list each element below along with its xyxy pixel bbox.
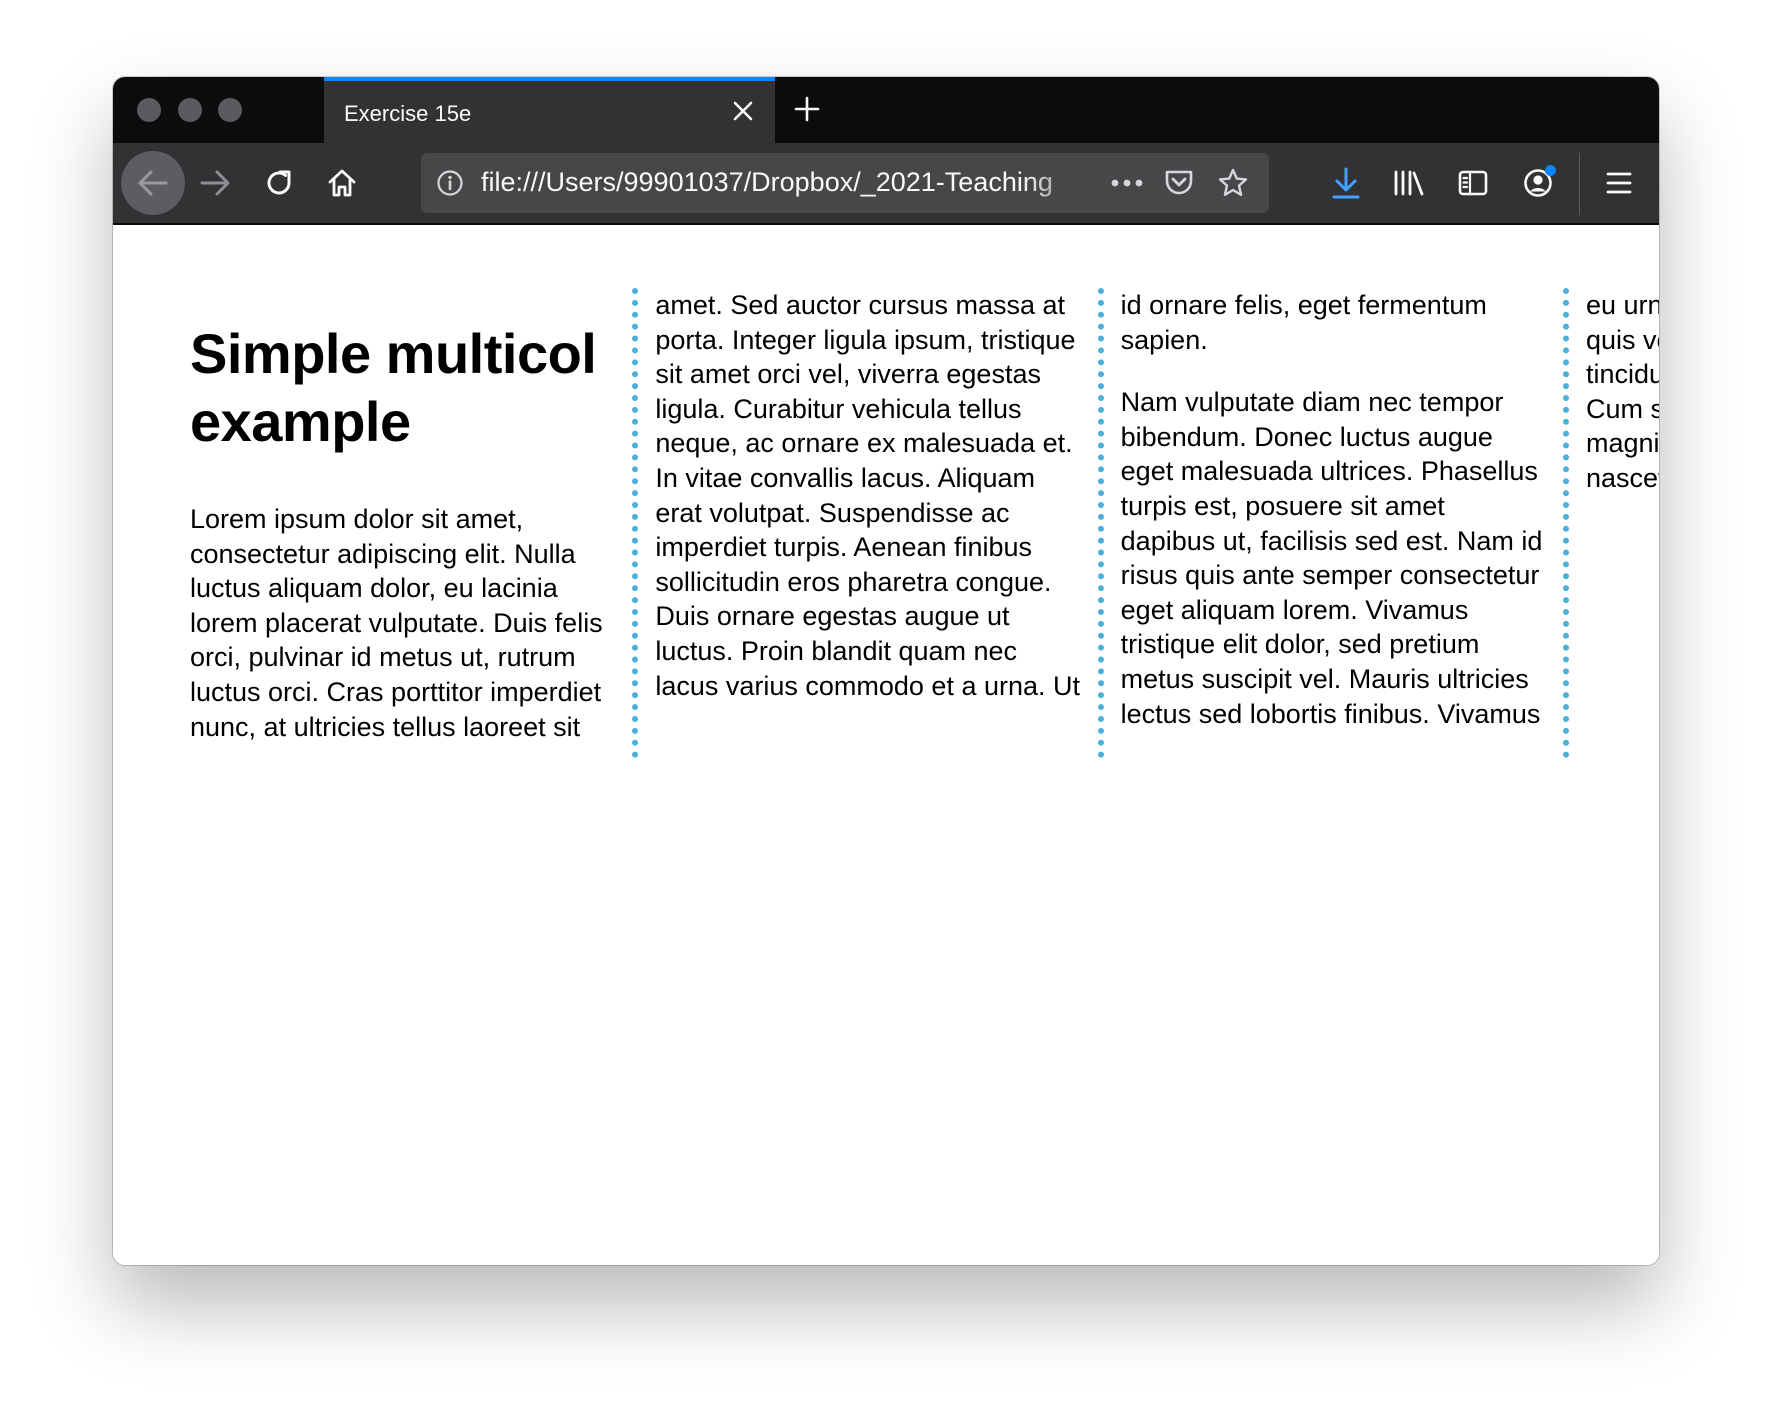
minimize-window-button[interactable] (178, 98, 202, 122)
page-title: Simple multicol example (190, 322, 597, 453)
tab-title: Exercise 15e (344, 101, 472, 126)
toolbar-separator (1579, 153, 1580, 215)
close-icon[interactable] (729, 97, 757, 125)
tab-active[interactable]: Exercise 15e (324, 77, 775, 143)
info-icon[interactable] (435, 168, 465, 198)
url-text[interactable]: file:///Users/99901037/Dropbox/_2021-Tea… (481, 167, 1097, 198)
paragraph-2: Nam vulputate diam nec tempor bibendum. … (1120, 290, 1659, 729)
back-arrow-icon[interactable] (121, 151, 185, 215)
notification-dot (1545, 165, 1556, 176)
forward-arrow-icon[interactable] (191, 159, 239, 207)
url-bar[interactable]: file:///Users/99901037/Dropbox/_2021-Tea… (421, 153, 1269, 213)
screen: Exercise 15e file:///Users/99901037/Drop… (0, 0, 1766, 1410)
plus-icon[interactable] (789, 91, 825, 127)
library-icon[interactable] (1385, 159, 1433, 207)
tab-strip: Exercise 15e (113, 77, 1659, 143)
download-icon[interactable] (1322, 159, 1370, 207)
home-icon[interactable] (318, 159, 366, 207)
navigation-toolbar: file:///Users/99901037/Dropbox/_2021-Tea… (113, 143, 1659, 225)
page-content: Simple multicol example Lorem ipsum dolo… (113, 225, 1659, 1265)
pocket-icon[interactable] (1159, 165, 1199, 201)
multicol-container: Simple multicol example Lorem ipsum dolo… (190, 288, 1659, 758)
star-icon[interactable] (1213, 165, 1253, 201)
more-dots-icon[interactable] (1105, 167, 1149, 199)
sidebar-icon[interactable] (1449, 159, 1497, 207)
zoom-window-button[interactable] (218, 98, 242, 122)
hamburger-menu-icon[interactable] (1595, 159, 1643, 207)
reload-icon[interactable] (255, 159, 303, 207)
close-window-button[interactable] (137, 98, 161, 122)
browser-window: Exercise 15e file:///Users/99901037/Drop… (113, 77, 1659, 1265)
account-icon[interactable] (1514, 159, 1562, 207)
